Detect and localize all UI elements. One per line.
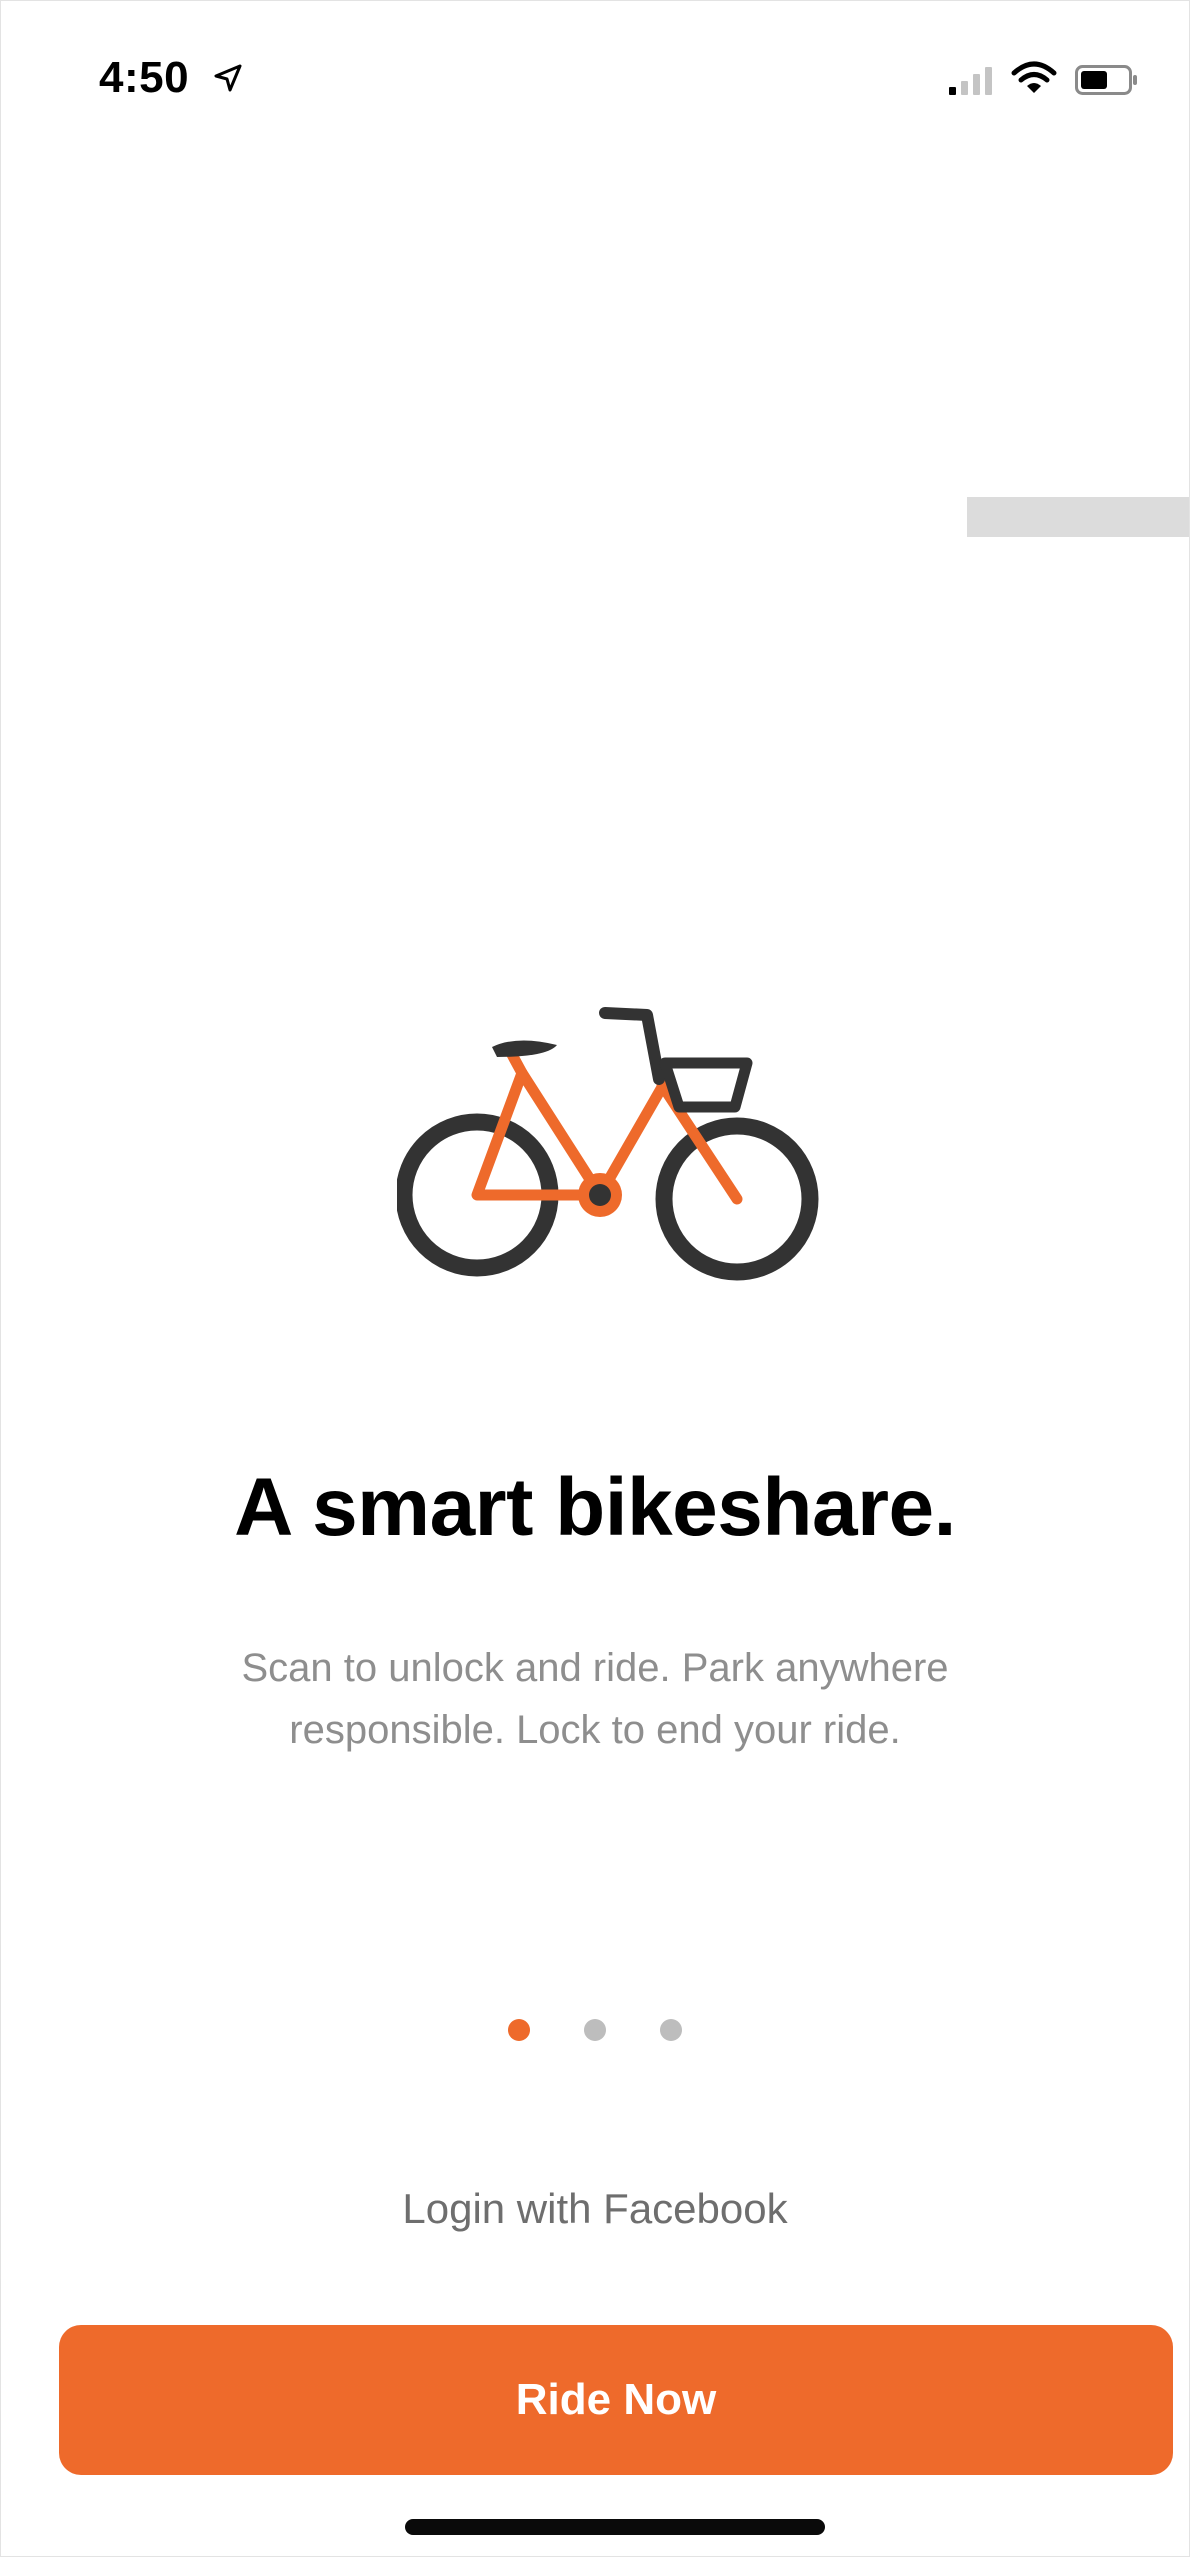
ride-now-button[interactable]: Ride Now (59, 2325, 1173, 2475)
home-indicator[interactable] (405, 2519, 825, 2535)
cellular-signal-icon (949, 67, 992, 95)
page-dot-3[interactable] (660, 2019, 682, 2041)
wifi-icon (1011, 61, 1057, 93)
login-with-facebook-link[interactable]: Login with Facebook (1, 2185, 1189, 2233)
battery-icon (1075, 65, 1137, 95)
status-bar: 4:50 (1, 1, 1189, 161)
onboarding-description: Scan to unlock and ride. Park anywhere r… (241, 1646, 949, 1752)
bicycle-icon (397, 1007, 819, 1281)
onboarding-screen: 4:50 A smart bikeshare. Scan to unlock a… (0, 0, 1190, 2557)
page-dot-1[interactable] (508, 2019, 530, 2041)
status-time: 4:50 (99, 53, 190, 102)
onboarding-headline: A smart bikeshare. (234, 1462, 956, 1553)
ride-now-label: Ride Now (515, 2375, 717, 2424)
page-indicator[interactable] (1, 2019, 1189, 2049)
location-arrow-icon (214, 64, 242, 92)
loading-placeholder (967, 497, 1189, 537)
page-dot-2[interactable] (584, 2019, 606, 2041)
